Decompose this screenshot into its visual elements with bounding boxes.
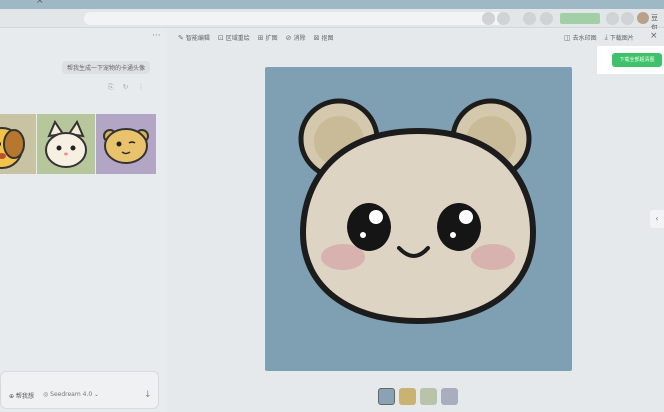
variant-thumb-other[interactable] [441,388,458,405]
download-image-button[interactable]: ⤓ 下载图片 [605,33,634,42]
generated-image-strip [0,114,166,174]
outpaint-button[interactable]: ⊞ 扩图 [257,33,278,43]
generated-image-thumb[interactable] [96,114,156,174]
extension-icon[interactable] [606,12,619,25]
extension-badge[interactable] [560,13,600,24]
extension-icon[interactable] [523,12,536,25]
watermark-icon: ◫ [564,33,571,42]
region-icon: ⊡ [217,33,224,42]
expand-panel-icon[interactable]: ‹ [650,210,664,228]
avatar[interactable] [637,12,649,24]
extension-icon[interactable] [540,12,553,25]
chat-input-bar[interactable]: ⊕ 帮我想 ◎ Seedream 4.0 ⌄ ↓ [0,371,159,409]
close-viewer-icon[interactable]: × [650,31,658,41]
variant-thumb-bear[interactable] [378,388,395,405]
remove-watermark-button[interactable]: ◫ 去水印图 [564,33,597,43]
generated-image-thumb[interactable] [37,114,95,174]
bear-avatar-image [103,128,149,164]
model-selector[interactable]: ◎ Seedream 4.0 ⌄ [43,391,99,398]
address-bar[interactable] [84,12,504,25]
browser-tab-strip: × [0,0,664,9]
variant-thumbnails [378,388,458,405]
edit-icon: ✎ [178,33,184,42]
expand-icon: ⊞ [257,33,264,42]
message-actions: ⎘ ↻ ⋮ [108,83,144,92]
variant-thumb-dog[interactable] [399,388,416,405]
download-icon: ⤓ [604,33,608,41]
chat-panel: ··· 帮我生成一下宠物的卡通头像 ⎘ ↻ ⋮ ⊕ 帮我想 ◎ Seedream… [0,29,166,412]
copy-icon[interactable]: ⎘ [108,83,114,92]
browser-toolbar: 豆包 [0,9,664,32]
tab-close-icon[interactable]: × [36,0,44,6]
erase-button[interactable]: ⊘ 消除 [285,33,306,43]
dog-avatar-image [0,127,25,169]
download-all-hd-button[interactable]: 下载全部超清图 [612,53,662,67]
star-icon[interactable] [482,12,495,25]
smart-edit-button[interactable]: ✎ 智能编辑 [178,33,210,43]
mode-selector[interactable]: ⊕ 帮我想 [9,391,34,400]
regenerate-icon[interactable]: ↻ [123,83,129,92]
inpaint-button[interactable]: ⊡ 区域重绘 [217,33,250,43]
image-actions: ◫ 去水印图 ⤓ 下载图片 [564,33,634,42]
more-icon[interactable]: ⋮ [137,83,144,92]
extension-icon[interactable] [621,12,634,25]
cat-avatar-image [45,119,87,168]
user-prompt-bubble: 帮我生成一下宠物的卡通头像 [62,61,151,74]
cutout-icon: ⊠ [313,33,320,42]
generated-image-thumb[interactable] [0,114,36,174]
cutout-button[interactable]: ⊠ 抠图 [313,33,334,43]
refresh-icon[interactable] [497,12,510,25]
edit-toolbar: ✎ 智能编辑 ⊡ 区域重绘 ⊞ 扩图 ⊘ 消除 ⊠ 抠图 [178,33,334,43]
more-options-icon[interactable]: ··· [152,31,161,41]
variant-thumb-cat[interactable] [420,388,437,405]
bear-cartoon-image [298,98,537,325]
send-icon[interactable]: ↓ [144,390,152,400]
erase-icon: ⊘ [285,33,292,42]
image-preview[interactable] [265,67,572,371]
